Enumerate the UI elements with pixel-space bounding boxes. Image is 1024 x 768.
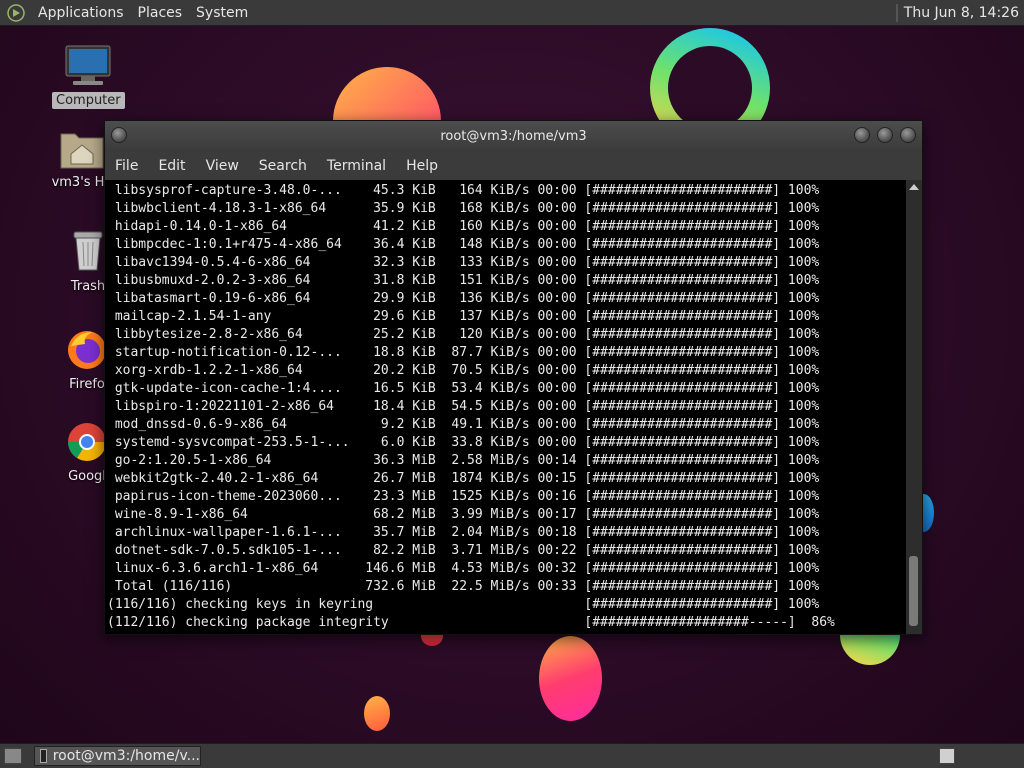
firefox-icon xyxy=(68,331,106,369)
terminal-line: libmpcdec-1:0.1+r475-4-x86_64 36.4 KiB 1… xyxy=(107,237,820,252)
terminal-line: mod_dnssd-0.6-9-x86_64 9.2 KiB 49.1 KiB/… xyxy=(107,417,820,432)
terminal-line: hidapi-0.14.0-1-x86_64 41.2 KiB 160 KiB/… xyxy=(107,219,820,234)
wallpaper-pink-oval xyxy=(539,636,602,721)
terminal-line: wine-8.9-1-x86_64 68.2 MiB 3.99 MiB/s 00… xyxy=(107,507,820,522)
menu-file[interactable]: File xyxy=(105,158,148,174)
system-menu[interactable]: System xyxy=(189,5,255,21)
menu-help[interactable]: Help xyxy=(396,158,448,174)
home-folder-icon xyxy=(60,133,104,169)
window-title: root@vm3:/home/vm3 xyxy=(440,129,587,144)
trash-icon xyxy=(73,231,103,271)
show-desktop-icon[interactable] xyxy=(4,748,22,764)
panel-separator xyxy=(895,3,898,22)
terminal-scrollbar[interactable] xyxy=(906,180,922,634)
desktop-icon-label: Trash xyxy=(70,279,106,294)
maximize-button[interactable] xyxy=(877,127,893,143)
clock[interactable]: Thu Jun 8, 14:26 xyxy=(904,5,1024,21)
terminal-menubar: File Edit View Search Terminal Help xyxy=(105,152,922,180)
taskbar-item-terminal[interactable]: root@vm3:/home/v... xyxy=(34,746,201,766)
scroll-up-arrow-icon[interactable] xyxy=(909,184,919,190)
terminal-line: gtk-update-icon-cache-1:4.... 16.5 KiB 5… xyxy=(107,381,820,396)
terminal-lines: libsysprof-capture-3.48.0-... 45.3 KiB 1… xyxy=(107,182,835,632)
minimize-button[interactable] xyxy=(854,127,870,143)
workspace-switcher[interactable] xyxy=(939,748,955,764)
places-menu[interactable]: Places xyxy=(131,5,190,21)
close-button[interactable] xyxy=(900,127,916,143)
terminal-line: papirus-icon-theme-2023060... 23.3 MiB 1… xyxy=(107,489,820,504)
terminal-line: libusbmuxd-2.0.2-3-x86_64 31.8 KiB 151 K… xyxy=(107,273,820,288)
terminal-line: mailcap-2.1.54-1-any 29.6 KiB 137 KiB/s … xyxy=(107,309,820,324)
terminal-line: archlinux-wallpaper-1.6.1-... 35.7 MiB 2… xyxy=(107,525,820,540)
terminal-line: libwbclient-4.18.3-1-x86_64 35.9 KiB 168… xyxy=(107,201,820,216)
distro-logo-icon[interactable] xyxy=(7,3,25,22)
desktop-icon-label: Firefo xyxy=(69,377,105,392)
scrollbar-thumb[interactable] xyxy=(909,556,918,626)
applications-menu[interactable]: Applications xyxy=(31,5,131,21)
terminal-icon xyxy=(40,749,47,763)
terminal-line: Total (116/116) 732.6 MiB 22.5 MiB/s 00:… xyxy=(107,579,820,594)
window-menu-button[interactable] xyxy=(111,127,127,143)
terminal-line: dotnet-sdk-7.0.5.sdk105-1-... 82.2 MiB 3… xyxy=(107,543,820,558)
menu-edit[interactable]: Edit xyxy=(148,158,195,174)
terminal-line: (116/116) checking keys in keyring [####… xyxy=(107,597,820,612)
wallpaper-small-oval xyxy=(364,696,390,731)
terminal-line: startup-notification-0.12-... 18.8 KiB 8… xyxy=(107,345,820,360)
desktop-icon-label: Computer xyxy=(52,92,125,109)
terminal-line: libbytesize-2.8-2-x86_64 25.2 KiB 120 Ki… xyxy=(107,327,820,342)
terminal-output[interactable]: libsysprof-capture-3.48.0-... 45.3 KiB 1… xyxy=(105,180,906,634)
terminal-line: libatasmart-0.19-6-x86_64 29.9 KiB 136 K… xyxy=(107,291,820,306)
menu-terminal[interactable]: Terminal xyxy=(317,158,396,174)
menu-view[interactable]: View xyxy=(196,158,249,174)
window-titlebar[interactable]: root@vm3:/home/vm3 xyxy=(105,121,922,152)
terminal-line: libspiro-1:20221101-2-x86_64 18.4 KiB 54… xyxy=(107,399,820,414)
menu-search[interactable]: Search xyxy=(249,158,317,174)
bottom-panel: root@vm3:/home/v... xyxy=(0,743,1024,768)
terminal-line: libsysprof-capture-3.48.0-... 45.3 KiB 1… xyxy=(107,183,820,198)
taskbar-item-label: root@vm3:/home/v... xyxy=(52,748,200,764)
terminal-line: systemd-sysvcompat-253.5-1-... 6.0 KiB 3… xyxy=(107,435,820,450)
top-panel: Applications Places System Thu Jun 8, 14… xyxy=(0,0,1024,26)
terminal-line: webkit2gtk-2.40.2-1-x86_64 26.7 MiB 1874… xyxy=(107,471,820,486)
terminal-line: xorg-xrdb-1.2.2-1-x86_64 20.2 KiB 70.5 K… xyxy=(107,363,820,378)
terminal-line: linux-6.3.6.arch1-1-x86_64 146.6 MiB 4.5… xyxy=(107,561,820,576)
terminal-line: libavc1394-0.5.4-6-x86_64 32.3 KiB 133 K… xyxy=(107,255,820,270)
terminal-line: (112/116) checking package integrity [##… xyxy=(107,615,835,630)
desktop-icon-computer[interactable]: Computer xyxy=(52,44,125,109)
computer-icon xyxy=(65,45,111,85)
chrome-icon xyxy=(68,423,106,461)
terminal-window: root@vm3:/home/vm3 File Edit View Search… xyxy=(104,120,923,635)
terminal-line: go-2:1.20.5-1-x86_64 36.3 MiB 2.58 MiB/s… xyxy=(107,453,820,468)
